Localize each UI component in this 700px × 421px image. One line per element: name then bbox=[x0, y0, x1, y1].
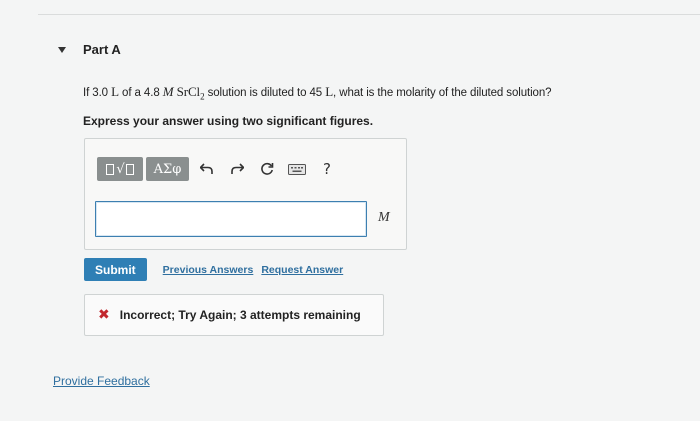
part-title: Part A bbox=[83, 42, 121, 57]
templates-button[interactable]: √ bbox=[97, 157, 143, 181]
previous-answers-link[interactable]: Previous Answers bbox=[163, 264, 254, 276]
unit-liters-2: L bbox=[325, 84, 334, 99]
answer-input[interactable] bbox=[95, 201, 367, 237]
submit-button[interactable]: Submit bbox=[84, 258, 147, 281]
question-text: If 3.0 L of a 4.8 M SrCl2 solution is di… bbox=[83, 84, 552, 102]
redo-icon bbox=[231, 163, 244, 174]
instructions: Express your answer using two significan… bbox=[83, 114, 374, 128]
reset-icon bbox=[261, 162, 274, 175]
keyboard-button[interactable] bbox=[282, 157, 312, 181]
top-divider bbox=[38, 14, 700, 15]
keyboard-icon bbox=[288, 163, 306, 175]
math-toolbar: √ ΑΣφ ? bbox=[97, 157, 342, 181]
molar-symbol: M bbox=[162, 84, 174, 99]
feedback-message: Incorrect; Try Again; 3 attempts remaini… bbox=[119, 308, 361, 322]
question-prefix: If 3.0 bbox=[83, 87, 108, 99]
answer-unit: M bbox=[378, 210, 390, 225]
redo-button[interactable] bbox=[222, 157, 252, 181]
undo-icon bbox=[200, 163, 213, 174]
compound-subscript: 2 bbox=[200, 91, 205, 102]
part-header[interactable]: Part A bbox=[58, 42, 121, 57]
question-of: of a 4.8 bbox=[122, 87, 160, 99]
undo-button[interactable] bbox=[192, 157, 222, 181]
greek-symbols-button[interactable]: ΑΣφ bbox=[146, 157, 189, 181]
feedback-message-box: ✖ Incorrect; Try Again; 3 attempts remai… bbox=[84, 294, 384, 336]
template-square-icon-2 bbox=[125, 163, 134, 175]
request-answer-link[interactable]: Request Answer bbox=[261, 264, 343, 276]
answer-box: √ ΑΣφ ? M bbox=[84, 138, 407, 250]
template-square-icon bbox=[106, 163, 115, 175]
collapse-caret-icon[interactable] bbox=[58, 46, 66, 53]
help-button[interactable]: ? bbox=[312, 157, 342, 181]
provide-feedback-link[interactable]: Provide Feedback bbox=[53, 374, 150, 388]
question-suffix: , what is the molarity of the diluted so… bbox=[333, 87, 552, 99]
reset-button[interactable] bbox=[252, 157, 282, 181]
action-row: Submit Previous Answers Request Answer bbox=[84, 258, 343, 281]
error-x-icon: ✖ bbox=[98, 307, 110, 323]
unit-liters-1: L bbox=[111, 84, 119, 99]
compound-formula: SrCl bbox=[176, 84, 201, 99]
radical-icon: √ bbox=[116, 161, 125, 177]
question-diluted: solution is diluted to 45 bbox=[207, 87, 323, 99]
